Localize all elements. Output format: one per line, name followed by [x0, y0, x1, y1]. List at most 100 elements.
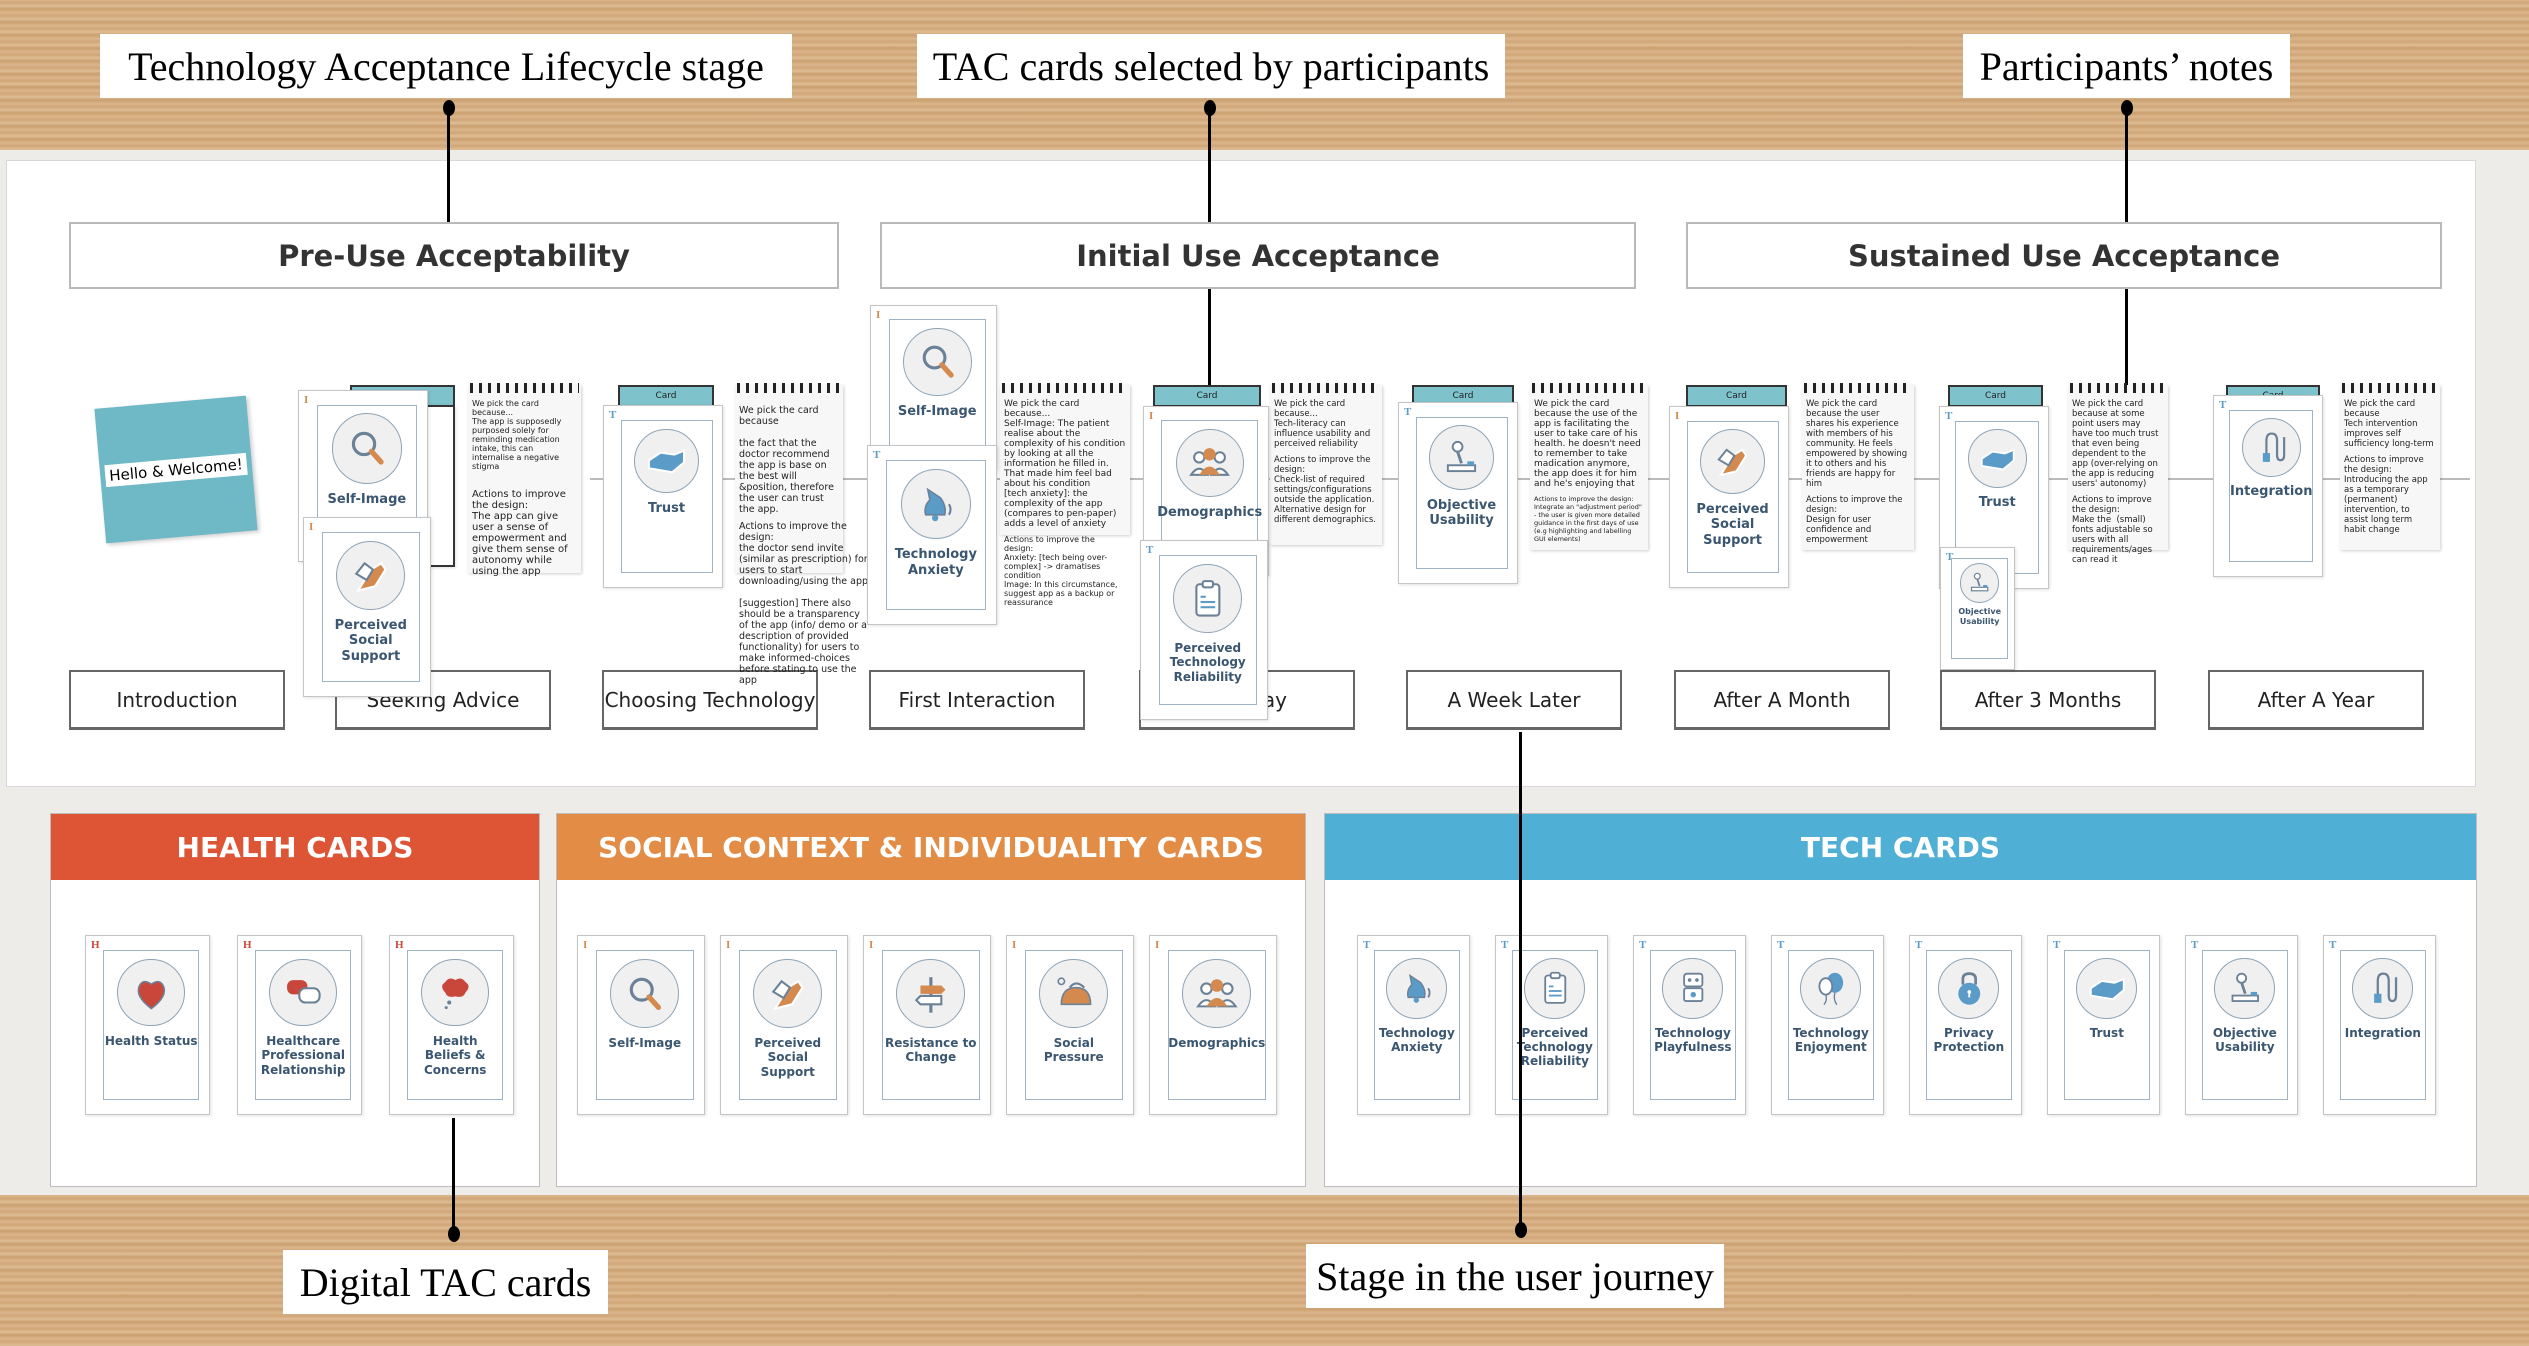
annotation-text: Participants’ notes: [1979, 43, 2274, 89]
welcome-sticky[interactable]: Hello & Welcome!: [94, 395, 258, 544]
pointer-line: [447, 106, 450, 223]
card-icon: [1175, 428, 1244, 498]
note-actions: Actions to improve the design: Introduci…: [2344, 455, 2428, 535]
tac-card[interactable]: I Resistance to Change: [863, 935, 991, 1115]
phase-pre-use: Pre-Use Acceptability: [69, 222, 839, 289]
participant-note[interactable]: We pick the card because at some point u…: [2068, 383, 2168, 565]
tac-card[interactable]: I Self-Image: [577, 935, 705, 1115]
tac-card[interactable]: I Perceived Social Support: [303, 517, 431, 697]
card-title: Resistance to Change: [884, 1035, 977, 1065]
tac-card[interactable]: T Objective Usability: [1398, 402, 1518, 584]
tac-card[interactable]: T Perceived Technology Reliability: [1140, 540, 1268, 720]
card-slot-tab: Card: [1153, 385, 1261, 407]
tac-card[interactable]: T Privacy Protection: [1909, 935, 2022, 1115]
phase-initial-use: Initial Use Acceptance: [880, 222, 1636, 289]
note-actions: Actions to improve the design: Integrate…: [1534, 495, 1642, 543]
card-face: Perceived Social Support: [321, 532, 420, 682]
tac-card[interactable]: I Demographics: [1149, 935, 1277, 1115]
card-category-letter: I: [309, 521, 314, 533]
card-face: Trust: [2063, 950, 2151, 1100]
card-category-letter: T: [1915, 939, 1923, 951]
card-icon-glyph: [1543, 971, 1566, 1004]
card-slot-tab: Card: [1686, 385, 1787, 407]
card-icon-glyph: [648, 449, 686, 474]
tac-card[interactable]: H Health Status: [85, 935, 210, 1115]
card-category-letter: I: [1155, 939, 1160, 951]
participant-note[interactable]: We pick the card because... Tech-literac…: [1270, 383, 1382, 545]
card-icon: [336, 540, 406, 611]
participant-note[interactable]: We pick the card because... The app is s…: [468, 383, 581, 577]
card-category-letter: T: [1945, 410, 1953, 422]
card-face: Health Status: [103, 950, 200, 1100]
card-category-letter: I: [1149, 410, 1154, 422]
spiral-binding: [1804, 383, 1912, 393]
card-icon-glyph: [922, 345, 954, 378]
participant-note[interactable]: We pick the card because Tech interventi…: [2340, 383, 2440, 550]
tac-card[interactable]: T Integration: [2323, 935, 2436, 1115]
tac-card[interactable]: H Healthcare Professional Relationship: [237, 935, 362, 1115]
tac-card[interactable]: T Objective Usability: [2185, 935, 2298, 1115]
card-category-letter: T: [2053, 939, 2061, 951]
welcome-text: Hello & Welcome!: [104, 452, 248, 487]
card-icon: [1429, 425, 1494, 491]
card-title: Objective Usability: [2212, 1025, 2277, 1054]
note-reason: We pick the card because... The app is s…: [472, 399, 562, 471]
card-icon-glyph: [1406, 974, 1431, 1003]
annotation-tal-stage: Technology Acceptance Lifecycle stage: [100, 34, 792, 98]
stage-a-week-later: A Week Later: [1406, 670, 1622, 730]
card-icon: [1800, 957, 1862, 1019]
stage-after-3-months: After 3 Months: [1940, 670, 2156, 730]
stage-label: Introduction: [116, 687, 238, 712]
card-icon: [1700, 429, 1765, 495]
tac-card[interactable]: T Trust: [2047, 935, 2160, 1115]
card-icon: [902, 327, 972, 397]
tab-label: Card: [1725, 391, 1748, 401]
annotation-text: TAC cards selected by participants: [932, 43, 1490, 89]
card-face: Health Beliefs & Concerns: [407, 950, 504, 1100]
card-title: Self-Image: [327, 491, 407, 507]
tac-card[interactable]: T Trust: [603, 405, 723, 588]
card-title: Objective Usability: [1426, 497, 1497, 529]
card-title: Technology Anxiety: [894, 547, 977, 578]
stage-introduction: Introduction: [69, 670, 285, 730]
tac-card[interactable]: T Technology Anxiety: [1357, 935, 1470, 1115]
participant-note[interactable]: We pick the card because... Self-Image: …: [1000, 383, 1130, 607]
card-title: Technology Anxiety: [1378, 1025, 1455, 1054]
card-face: Integration: [2229, 410, 2314, 562]
tac-card[interactable]: T Integration: [2213, 395, 2323, 577]
stage-after-a-month: After A Month: [1674, 670, 1890, 730]
card-title: Health Beliefs & Concerns: [423, 1033, 487, 1077]
card-icon: [1039, 958, 1109, 1029]
participant-note[interactable]: We pick the card because the use of the …: [1530, 383, 1648, 550]
card-title: Trust: [2089, 1025, 2124, 1040]
card-face: Technology Anxiety: [885, 460, 986, 610]
tac-card[interactable]: I Perceived Social Support: [720, 935, 848, 1115]
card-category-letter: H: [243, 939, 252, 951]
card-icon: [2352, 957, 2414, 1019]
tac-card[interactable]: T Objective Usability: [1940, 547, 2015, 670]
card-title: Health Status: [104, 1033, 198, 1048]
participant-note[interactable]: We pick the card because... The app is s…: [735, 383, 868, 686]
card-title: Self-Image: [897, 403, 977, 419]
card-title: Privacy Protection: [1933, 1025, 2005, 1054]
card-face: Privacy Protection: [1925, 950, 2013, 1100]
card-face: Objective Usability: [1951, 557, 2009, 660]
card-icon: [1524, 957, 1586, 1019]
tab-label: Card: [1452, 391, 1474, 401]
card-face: Perceived Technology Reliability: [1158, 555, 1257, 705]
tac-card[interactable]: T Technology Anxiety: [867, 445, 997, 625]
tac-card[interactable]: T Technology Playfulness: [1633, 935, 1746, 1115]
tac-card[interactable]: H Health Beliefs & Concerns: [389, 935, 514, 1115]
note-reason: We pick the card because... Tech-literac…: [1274, 399, 1371, 449]
tac-card[interactable]: T Technology Enjoyment: [1771, 935, 1884, 1115]
annotation-participant-notes: Participants’ notes: [1963, 34, 2290, 98]
card-icon-glyph: [923, 487, 952, 522]
tac-card[interactable]: I Social Pressure: [1006, 935, 1134, 1115]
tac-card[interactable]: I Perceived Social Support: [1669, 406, 1789, 588]
card-face: Social Pressure: [1024, 950, 1123, 1100]
participant-note[interactable]: We pick the card because the user shares…: [1802, 383, 1914, 550]
tac-card[interactable]: T Perceived Technology Reliability: [1495, 935, 1608, 1115]
card-category-letter: H: [395, 939, 404, 951]
phase-label: Sustained Use Acceptance: [1847, 238, 2281, 273]
card-category-letter: T: [1146, 544, 1154, 556]
